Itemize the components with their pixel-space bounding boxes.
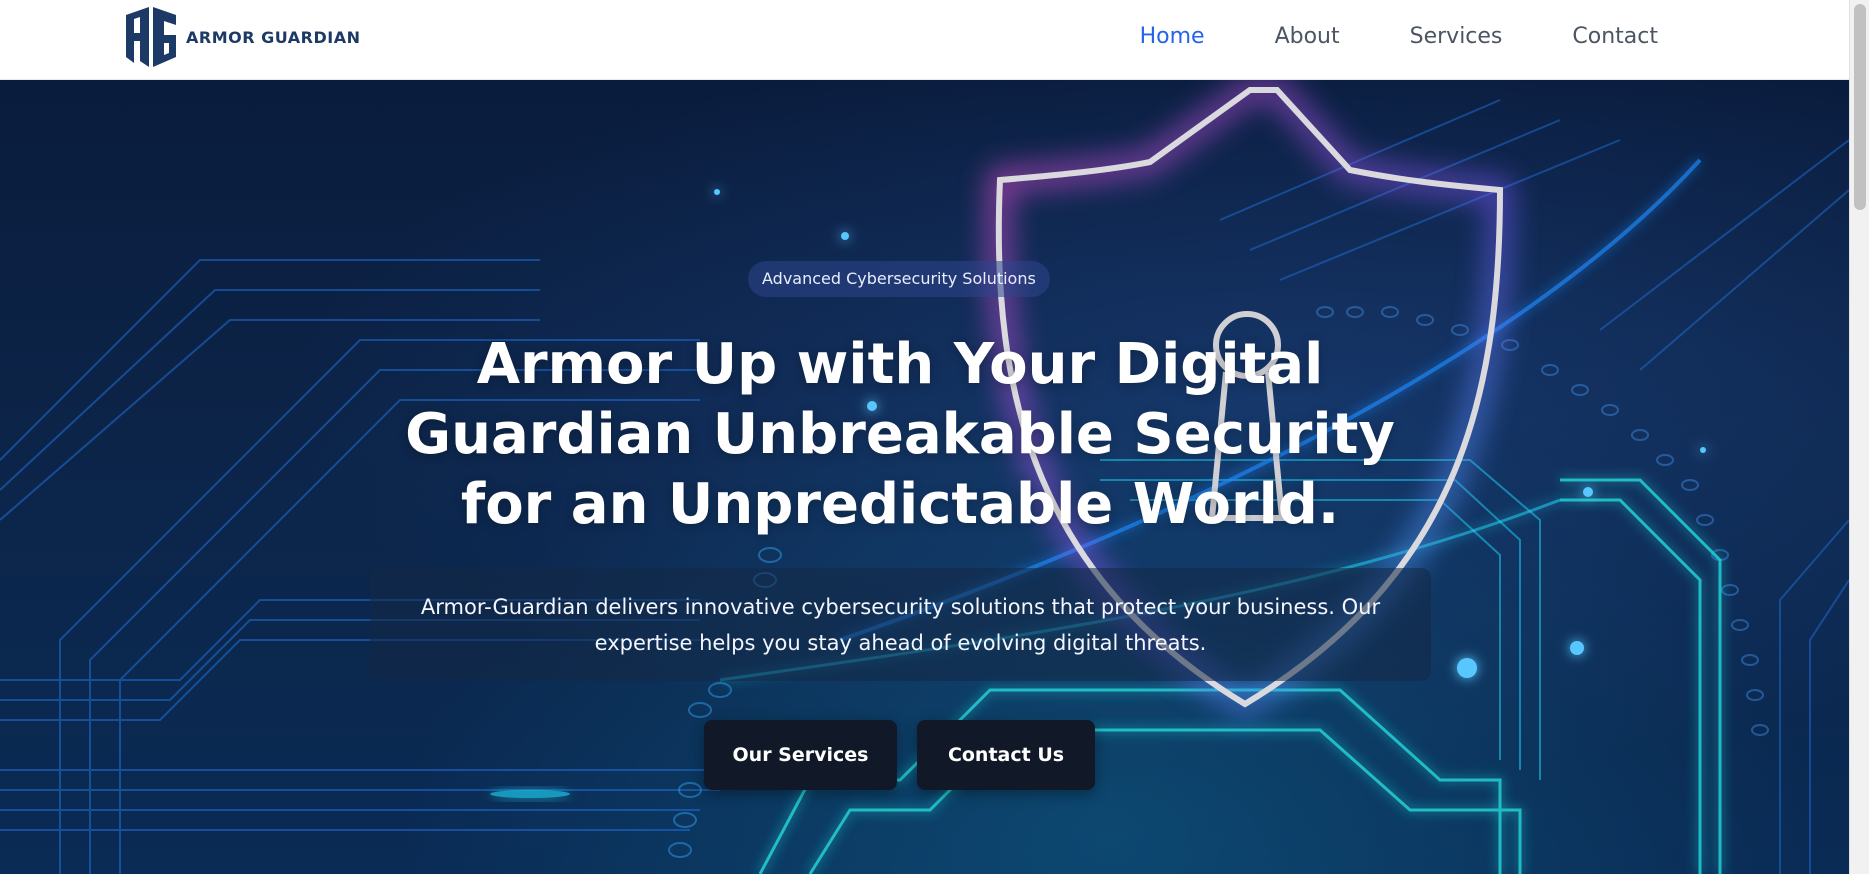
- site-header: ARMOR GUARDIAN Home About Services Conta…: [0, 0, 1849, 80]
- page: ARMOR GUARDIAN Home About Services Conta…: [0, 0, 1869, 874]
- page-scrollbar[interactable]: [1849, 0, 1869, 874]
- hero-section: Advanced Cybersecurity Solutions Armor U…: [0, 80, 1849, 874]
- contact-us-button[interactable]: Contact Us: [917, 720, 1095, 790]
- brand-name: ARMOR GUARDIAN: [186, 27, 361, 47]
- scrollbar-thumb[interactable]: [1854, 4, 1866, 210]
- our-services-button[interactable]: Our Services: [704, 720, 897, 790]
- hero-title: Armor Up with Your Digital Guardian Unbr…: [405, 332, 1395, 537]
- nav-home-link[interactable]: Home: [1140, 24, 1205, 49]
- nav-services-link[interactable]: Services: [1410, 24, 1503, 49]
- ag-shield-logo-icon: [122, 5, 180, 69]
- main-nav: Home About Services Contact: [1140, 0, 1658, 72]
- hero-description-box: Armor-Guardian delivers innovative cyber…: [370, 568, 1431, 681]
- hero-description: Armor-Guardian delivers innovative cyber…: [420, 594, 1381, 655]
- nav-contact-link[interactable]: Contact: [1572, 24, 1658, 49]
- nav-about-link[interactable]: About: [1275, 24, 1340, 49]
- brand-logo[interactable]: ARMOR GUARDIAN: [122, 4, 365, 70]
- hero-badge: Advanced Cybersecurity Solutions: [748, 261, 1050, 297]
